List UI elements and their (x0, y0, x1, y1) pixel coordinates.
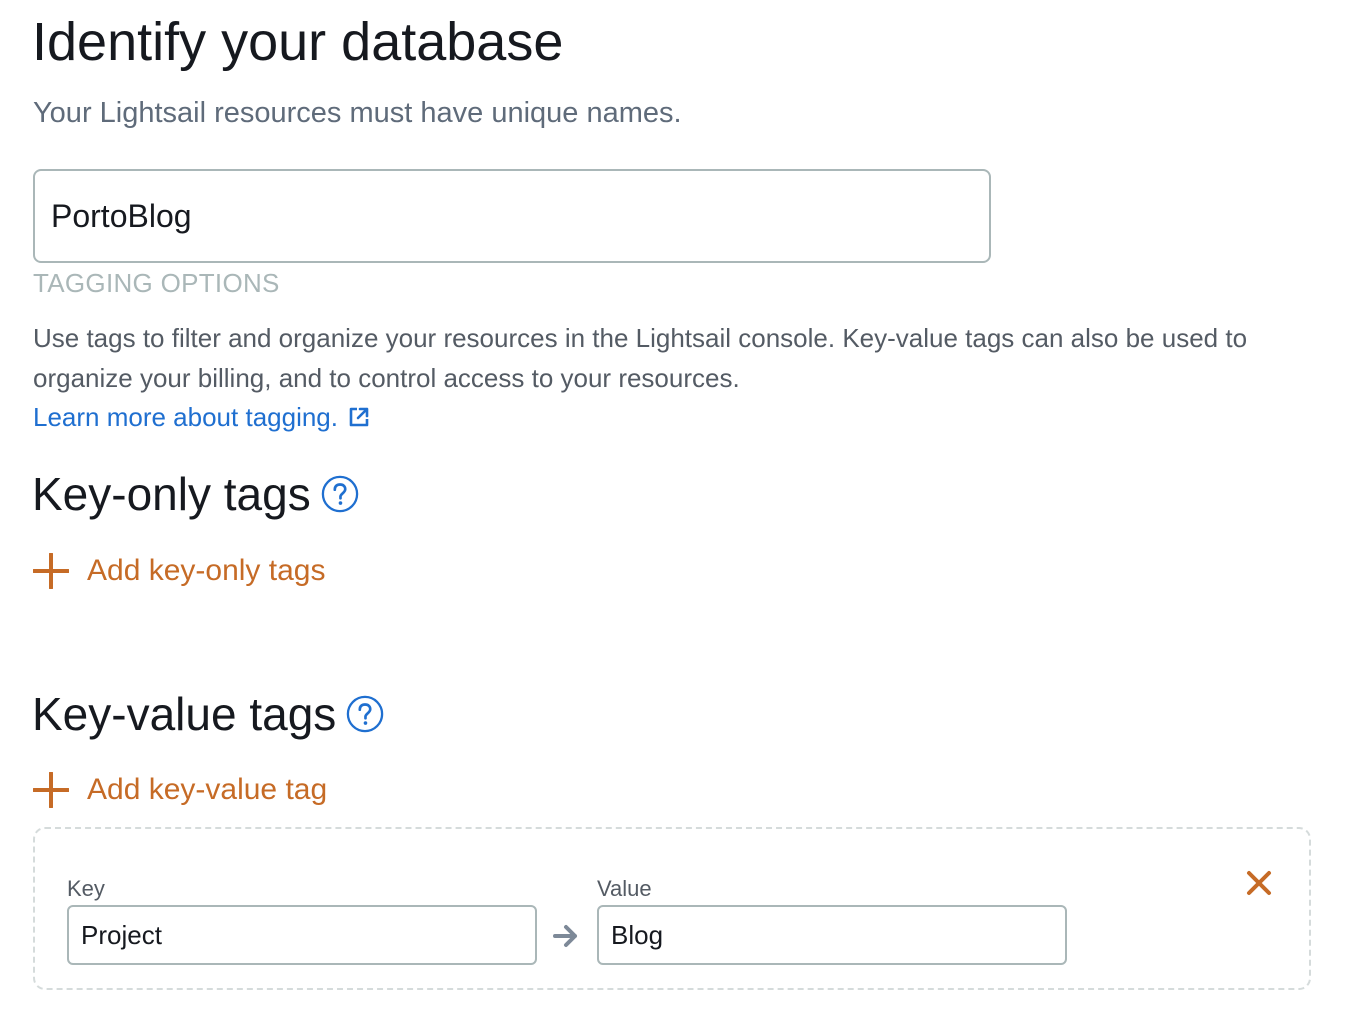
close-icon[interactable] (1245, 869, 1273, 897)
page-title: Identify your database (32, 12, 564, 72)
value-field-label: Value (597, 876, 652, 901)
add-key-only-tags-button[interactable]: Add key-only tags (33, 551, 325, 591)
key-value-tags-heading: Key-value tags (32, 686, 384, 742)
learn-more-tagging-link[interactable]: Learn more about tagging. (33, 398, 370, 436)
key-only-tags-title: Key-only tags (32, 468, 311, 520)
tag-value-input[interactable] (597, 905, 1067, 965)
plus-icon (33, 553, 69, 589)
plus-icon (33, 772, 69, 808)
database-name-input[interactable] (33, 169, 991, 263)
tag-key-input[interactable] (67, 905, 537, 965)
key-field-label: Key (67, 876, 105, 901)
key-only-tags-heading: Key-only tags (32, 466, 359, 522)
page-subtitle: Your Lightsail resources must have uniqu… (33, 97, 682, 129)
key-value-tags-title: Key-value tags (32, 688, 337, 740)
learn-more-label: Learn more about tagging. (33, 402, 338, 432)
key-value-tag-row: Key Value (33, 827, 1311, 990)
help-icon[interactable] (321, 475, 359, 513)
create-database-page: Identify your database Your Lightsail re… (0, 0, 1364, 1036)
arrow-right-icon (553, 925, 577, 947)
add-key-value-tag-label: Add key-value tag (87, 773, 328, 806)
help-icon[interactable] (346, 695, 384, 733)
tagging-description: Use tags to filter and organize your res… (33, 323, 1248, 393)
external-link-icon (349, 407, 369, 427)
tagging-options-label: TAGGING OPTIONS (33, 268, 280, 298)
add-key-only-tags-label: Add key-only tags (87, 554, 326, 587)
add-key-value-tag-button[interactable]: Add key-value tag (33, 770, 327, 810)
